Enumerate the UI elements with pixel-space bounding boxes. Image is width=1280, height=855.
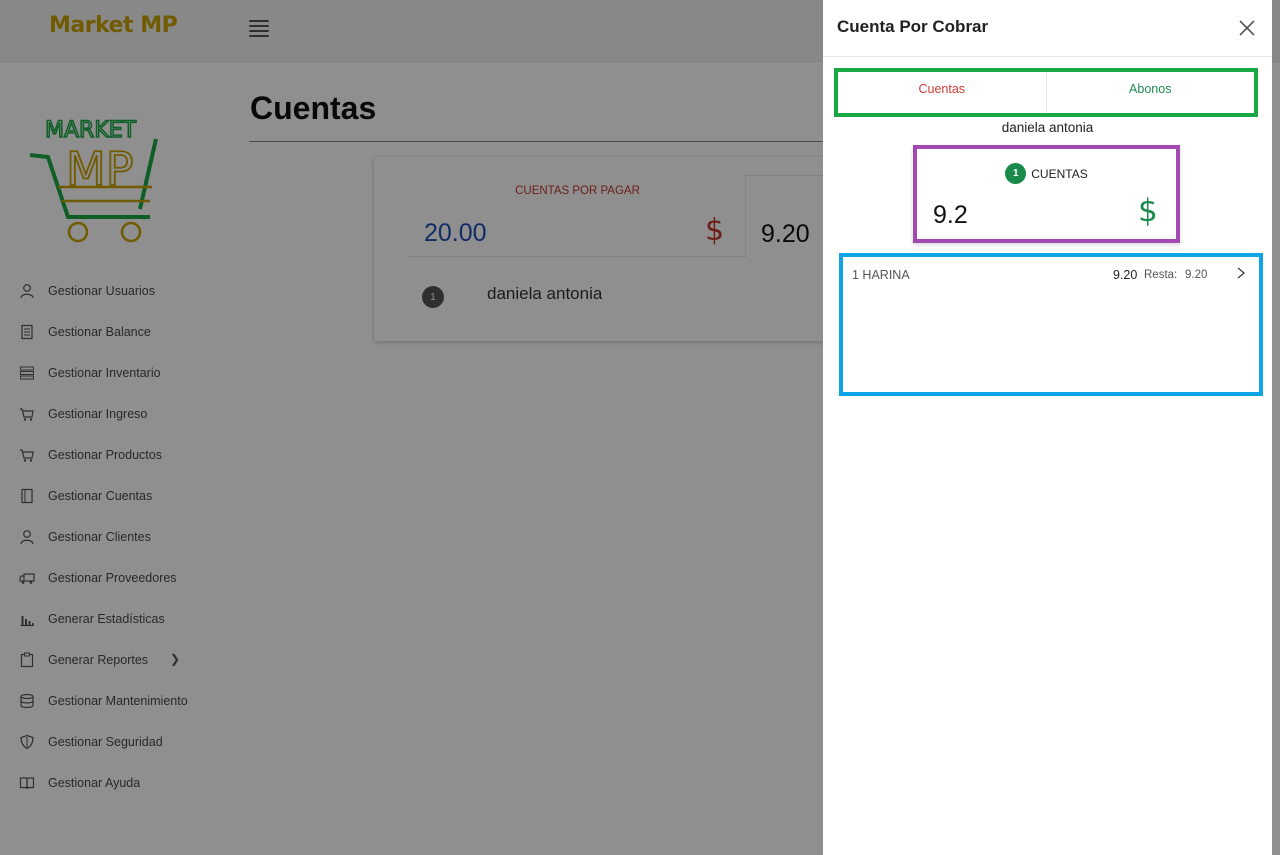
modal-header: Cuenta Por Cobrar xyxy=(823,0,1272,57)
item-rest-label: Resta: xyxy=(1144,269,1178,281)
close-icon[interactable] xyxy=(1235,16,1259,40)
item-name: 1 HARINA xyxy=(852,268,910,282)
modal-title: Cuenta Por Cobrar xyxy=(837,17,989,36)
item-amount: 9.20 xyxy=(1113,268,1138,282)
accounts-count-badge: 1 xyxy=(1005,163,1027,184)
dollar-icon: $ xyxy=(1138,193,1158,229)
account-items-list: 1 HARINA 9.20 Resta: 9.20 xyxy=(839,253,1263,396)
list-item[interactable]: 1 HARINA 9.20 Resta: 9.20 xyxy=(843,257,1259,291)
modal-client-name: daniela antonia xyxy=(1001,120,1094,135)
cuenta-por-cobrar-modal: Cuenta Por Cobrar Cuentas Abonos daniela… xyxy=(823,0,1272,855)
summary-header: 1 CUENTAS xyxy=(917,163,1176,184)
summary-label: CUENTAS xyxy=(1031,166,1088,181)
item-rest-amount: 9.20 xyxy=(1185,269,1208,281)
chevron-right-icon[interactable] xyxy=(1235,266,1247,280)
accounts-summary: 1 CUENTAS 9.2 $ xyxy=(913,145,1180,243)
tab-cuentas[interactable]: Cuentas xyxy=(838,72,1047,113)
summary-amount: 9.2 xyxy=(933,201,968,229)
modal-tabs: Cuentas Abonos xyxy=(834,68,1258,117)
tab-abonos[interactable]: Abonos xyxy=(1047,72,1255,113)
